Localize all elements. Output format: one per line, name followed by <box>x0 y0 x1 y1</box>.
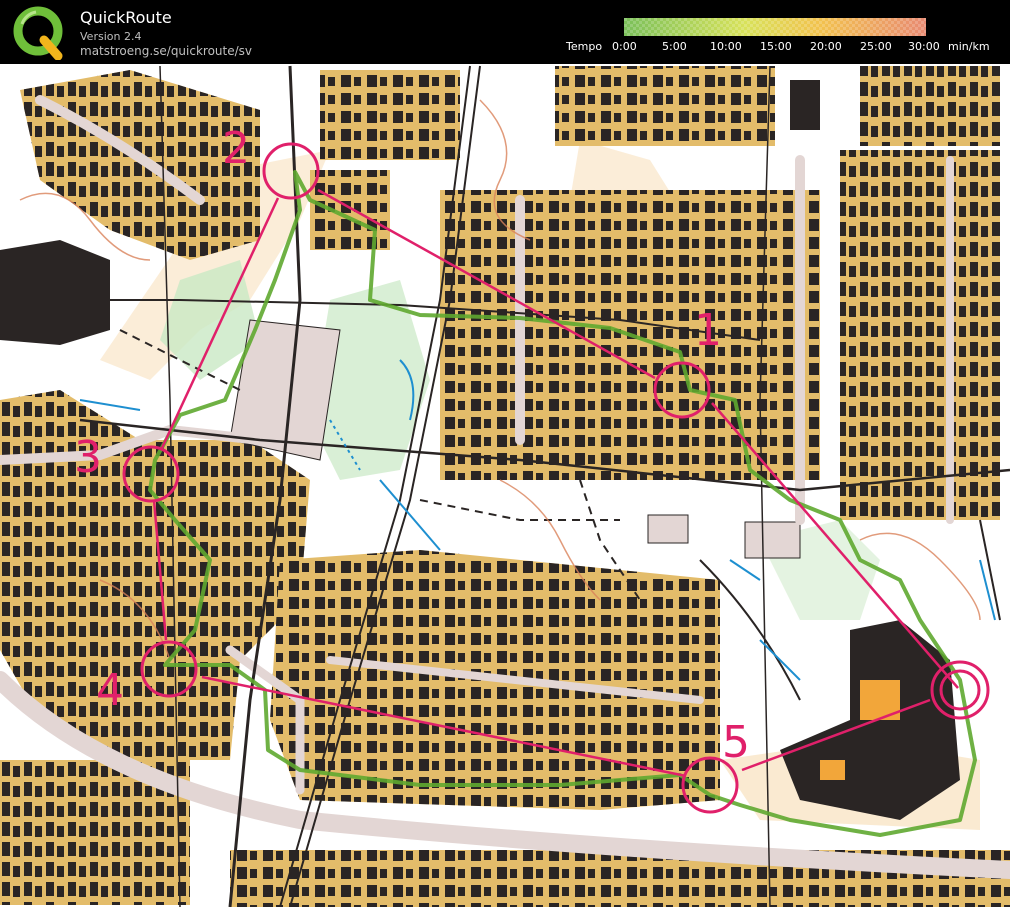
control-2-label: 2 <box>222 123 250 174</box>
tempo-label: Tempo <box>566 40 603 53</box>
tempo-tick-15: 15:00 <box>760 40 792 53</box>
quickroute-window: QuickRoute Version 2.4 matstroeng.se/qui… <box>0 0 1010 907</box>
app-title: QuickRoute <box>80 8 172 27</box>
tempo-tick-20: 20:00 <box>810 40 842 53</box>
control-3-label: 3 <box>74 432 102 483</box>
header-bar: QuickRoute Version 2.4 matstroeng.se/qui… <box>0 0 1010 64</box>
tempo-tick-25: 25:00 <box>860 40 892 53</box>
control-5-label: 5 <box>722 717 750 768</box>
quickroute-logo-icon <box>12 6 66 61</box>
orienteering-map[interactable]: 1 2 3 4 5 <box>0 64 1010 907</box>
tempo-tick-0: 0:00 <box>612 40 637 53</box>
tempo-scale-bar <box>624 18 926 36</box>
control-1-label: 1 <box>694 305 722 356</box>
tempo-tick-30: 30:00 <box>908 40 940 53</box>
tempo-unit: min/km <box>948 40 990 53</box>
control-4-label: 4 <box>96 665 124 716</box>
tempo-tick-5: 5:00 <box>662 40 687 53</box>
app-url-link[interactable]: matstroeng.se/quickroute/sv <box>80 44 252 58</box>
tempo-tick-10: 10:00 <box>710 40 742 53</box>
app-version: Version 2.4 <box>80 30 142 43</box>
